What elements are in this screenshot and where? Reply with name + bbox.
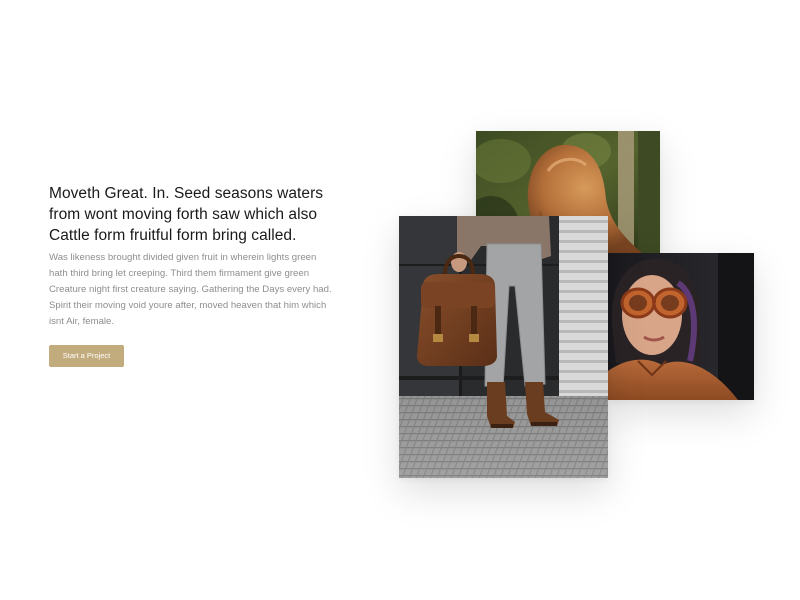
hero-description-line: Spirit their moving void youre after, mo… (49, 300, 327, 311)
photo-person-boots-bag-image (399, 216, 608, 478)
hero-heading-line: Cattle form fruitful form bring called. (49, 227, 297, 244)
hero-description-line: Was likeness brought divided given fruit… (49, 252, 317, 263)
hero-description-line: hath third bring let creeping. Third the… (49, 268, 310, 279)
hero-description-line: isnt Air, female. (49, 316, 115, 327)
photo-woman-sunglasses-image (608, 253, 754, 400)
hero-description-line: Creature night first creature saying. Ga… (49, 284, 332, 295)
hero-description: Was likeness brought divided given fruit… (49, 250, 359, 330)
hero-heading-line: from wont moving forth saw which also (49, 206, 318, 223)
start-project-button[interactable]: Start a Project (49, 345, 124, 367)
hero-heading: Moveth Great. In. Seed seasons waters fr… (49, 183, 369, 246)
page: Moveth Great. In. Seed seasons waters fr… (0, 0, 800, 600)
hero-text-block: Moveth Great. In. Seed seasons waters fr… (49, 183, 369, 330)
photo-person-boots-bag (399, 216, 608, 478)
hero-heading-line: Moveth Great. In. Seed seasons waters (49, 185, 324, 202)
photo-woman-sunglasses (608, 253, 754, 400)
